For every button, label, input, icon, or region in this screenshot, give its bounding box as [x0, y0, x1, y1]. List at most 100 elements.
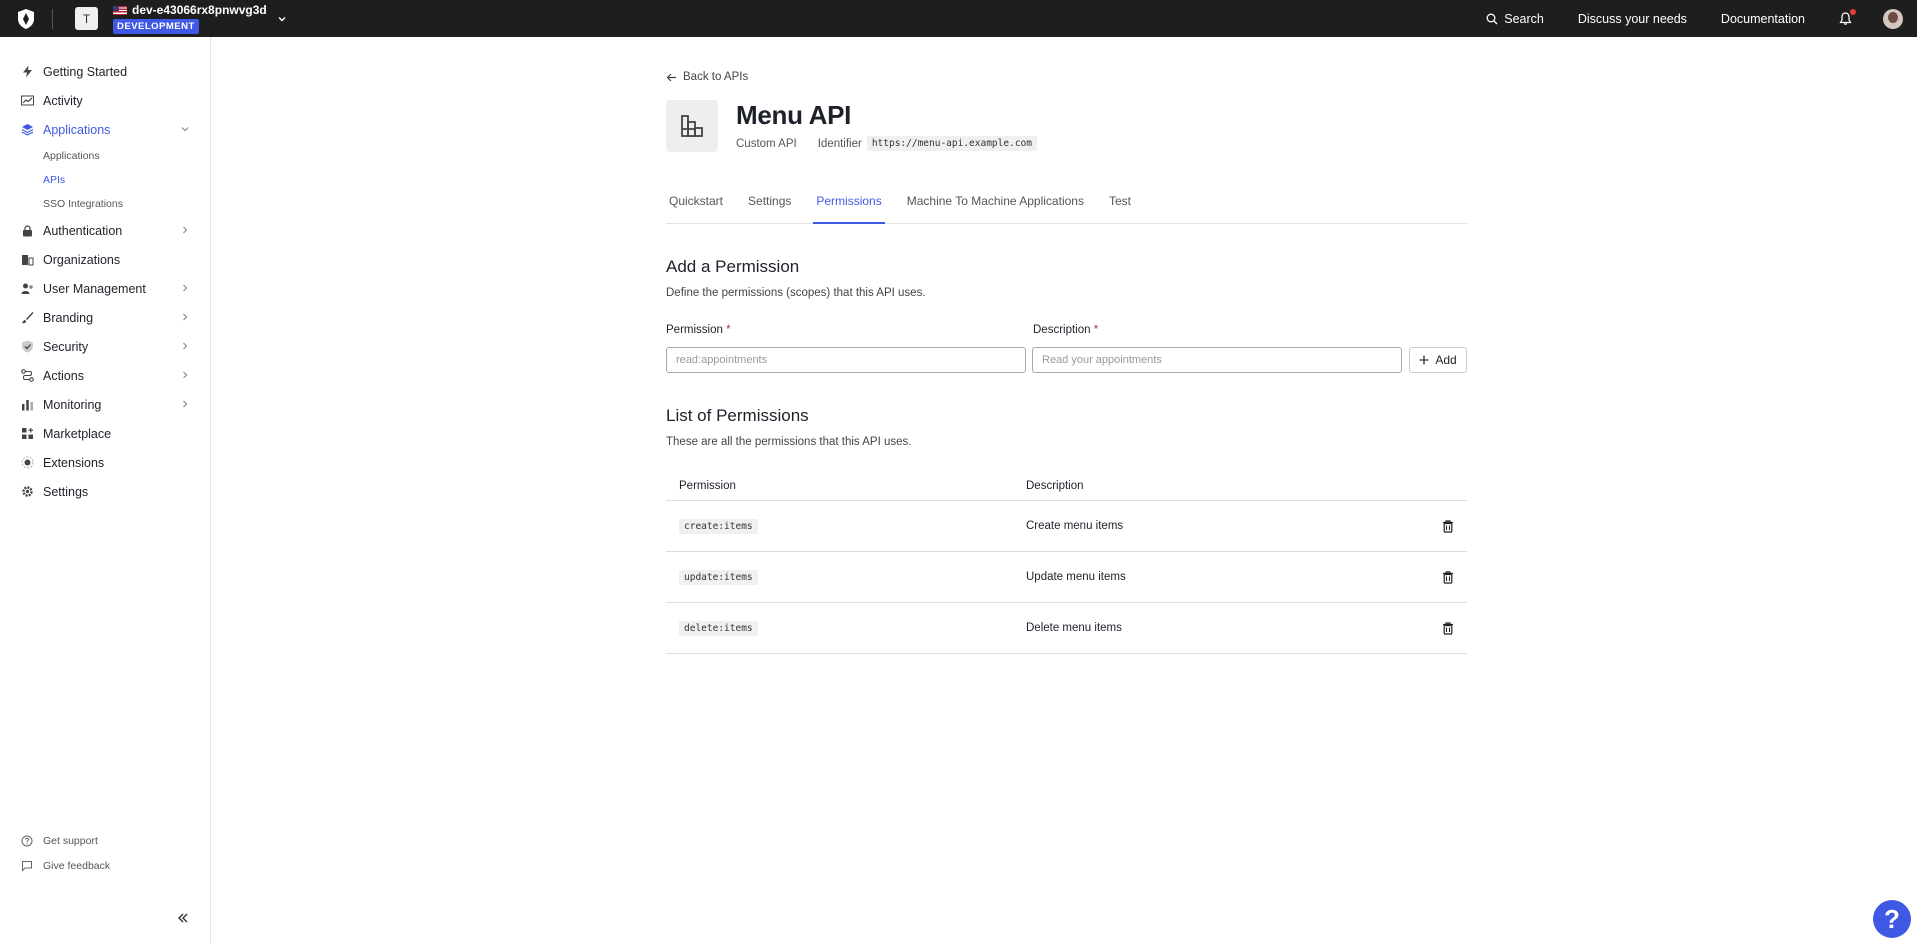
- collapse-sidebar-icon[interactable]: [176, 911, 190, 925]
- documentation-link[interactable]: Documentation: [1721, 12, 1805, 26]
- back-label: Back to APIs: [683, 71, 749, 83]
- add-permission-button[interactable]: Add: [1409, 347, 1467, 373]
- list-permissions-heading: List of Permissions: [666, 406, 809, 425]
- user-avatar[interactable]: [1883, 8, 1903, 29]
- arrow-left-icon: [666, 73, 676, 81]
- environment-badge: DEVELOPMENT: [113, 19, 199, 34]
- search-button[interactable]: Search: [1486, 12, 1544, 26]
- help-button[interactable]: ?: [1873, 900, 1911, 938]
- get-support-label: Get support: [43, 834, 98, 847]
- sidebar-item-label: Branding: [43, 310, 94, 325]
- auth0-logo-icon[interactable]: [0, 0, 52, 37]
- sidebar-item-settings[interactable]: Settings: [0, 477, 210, 506]
- tab-bar: Quickstart Settings Permissions Machine …: [666, 190, 1467, 224]
- gear-icon: [20, 485, 34, 499]
- sidebar-item-label: Getting Started: [43, 64, 128, 79]
- chevron-down-icon[interactable]: [277, 12, 291, 26]
- sidebar-item-marketplace[interactable]: Marketplace: [0, 419, 210, 448]
- chevron-right-icon: [183, 284, 188, 292]
- tenant-switcher[interactable]: dev-e43066rx8pnwvg3d DEVELOPMENT: [113, 0, 267, 37]
- chart-line-icon: [20, 94, 34, 108]
- plus-icon: [1419, 355, 1429, 365]
- sidebar-subitem-sso-integrations[interactable]: SSO Integrations: [0, 192, 210, 216]
- api-building-icon: [666, 100, 718, 152]
- trash-icon[interactable]: [1429, 570, 1467, 584]
- divider: [52, 8, 53, 29]
- discuss-needs-link[interactable]: Discuss your needs: [1578, 12, 1687, 26]
- message-icon: [20, 859, 34, 873]
- sidebar-item-actions[interactable]: Actions: [0, 361, 210, 390]
- sidebar-item-label: Authentication: [43, 223, 123, 238]
- table-header: Permission Description: [666, 472, 1467, 501]
- tab-test[interactable]: Test: [1106, 190, 1134, 224]
- search-label: Search: [1504, 11, 1544, 26]
- sidebar-item-label: Security: [43, 339, 89, 354]
- sidebar-subitem-apis[interactable]: APIs: [0, 168, 210, 192]
- column-header-description: Description: [1026, 480, 1084, 492]
- table-row: delete:items Delete menu items: [666, 603, 1467, 654]
- sidebar-item-user-management[interactable]: User Management: [0, 274, 210, 303]
- tenant-avatar[interactable]: T: [75, 7, 98, 30]
- sidebar-item-label: Actions: [43, 368, 84, 383]
- get-support-link[interactable]: Get support: [0, 828, 210, 853]
- permission-input[interactable]: read:appointments: [666, 347, 1026, 373]
- sidebar-item-getting-started[interactable]: Getting Started: [0, 57, 210, 86]
- sidebar-item-authentication[interactable]: Authentication: [0, 216, 210, 245]
- flow-icon: [20, 369, 34, 383]
- chevron-right-icon: [183, 313, 188, 321]
- us-flag-icon: [113, 5, 127, 15]
- sidebar-item-extensions[interactable]: Extensions: [0, 448, 210, 477]
- table-row: create:items Create menu items: [666, 501, 1467, 552]
- add-permission-heading: Add a Permission: [666, 257, 800, 276]
- tab-permissions[interactable]: Permissions: [813, 190, 885, 224]
- permission-description: Delete menu items: [1026, 622, 1122, 634]
- description-field-label: Description *: [1033, 324, 1099, 336]
- grid-plus-icon: [20, 427, 34, 441]
- table-row: update:items Update menu items: [666, 552, 1467, 603]
- chevron-right-icon: [183, 400, 188, 408]
- tab-machine-to-machine-applications[interactable]: Machine To Machine Applications: [904, 190, 1087, 224]
- sidebar-item-label: Monitoring: [43, 397, 102, 412]
- api-meta: Custom API Identifier https://menu-api.e…: [736, 136, 1037, 151]
- identifier-value: https://menu-api.example.com: [866, 136, 1037, 151]
- lock-icon: [20, 224, 34, 238]
- chevron-right-icon: [183, 342, 188, 350]
- tenant-name: dev-e43066rx8pnwvg3d: [132, 3, 267, 17]
- sidebar-item-branding[interactable]: Branding: [0, 303, 210, 332]
- permissions-table: Permission Description create:items Crea…: [666, 472, 1467, 654]
- permission-scope: delete:items: [679, 621, 758, 636]
- sidebar-subitem-applications[interactable]: Applications: [0, 144, 210, 168]
- chevron-right-icon: [183, 226, 188, 234]
- permission-scope: update:items: [679, 570, 758, 585]
- description-input[interactable]: Read your appointments: [1032, 347, 1402, 373]
- permission-description: Update menu items: [1026, 571, 1126, 583]
- permission-field-label: Permission *: [666, 324, 731, 336]
- sidebar-item-label: User Management: [43, 281, 146, 296]
- bolt-icon: [20, 65, 34, 79]
- sidebar-item-organizations[interactable]: Organizations: [0, 245, 210, 274]
- identifier-label: Identifier: [817, 137, 862, 150]
- sidebar-item-monitoring[interactable]: Monitoring: [0, 390, 210, 419]
- sidebar-item-applications[interactable]: Applications: [0, 115, 210, 144]
- sidebar-item-label: Extensions: [43, 455, 105, 470]
- page-title: Menu API: [736, 100, 852, 130]
- help-circle-icon: [20, 834, 34, 848]
- tab-settings[interactable]: Settings: [745, 190, 794, 224]
- users-icon: [20, 282, 34, 296]
- sidebar-item-activity[interactable]: Activity: [0, 86, 210, 115]
- back-to-apis-link[interactable]: Back to APIs: [666, 71, 748, 83]
- trash-icon[interactable]: [1429, 519, 1467, 533]
- give-feedback-link[interactable]: Give feedback: [0, 853, 210, 878]
- sidebar-item-security[interactable]: Security: [0, 332, 210, 361]
- sidebar-item-label: Activity: [43, 93, 83, 108]
- search-icon: [1486, 13, 1498, 24]
- bar-chart-icon: [20, 398, 34, 412]
- api-type: Custom API: [736, 137, 797, 150]
- permission-scope: create:items: [679, 519, 758, 534]
- bell-icon[interactable]: [1839, 8, 1856, 27]
- trash-icon[interactable]: [1429, 621, 1467, 635]
- building-icon: [20, 253, 34, 267]
- tab-quickstart[interactable]: Quickstart: [666, 190, 726, 224]
- chevron-right-icon: [183, 371, 188, 379]
- give-feedback-label: Give feedback: [43, 859, 111, 872]
